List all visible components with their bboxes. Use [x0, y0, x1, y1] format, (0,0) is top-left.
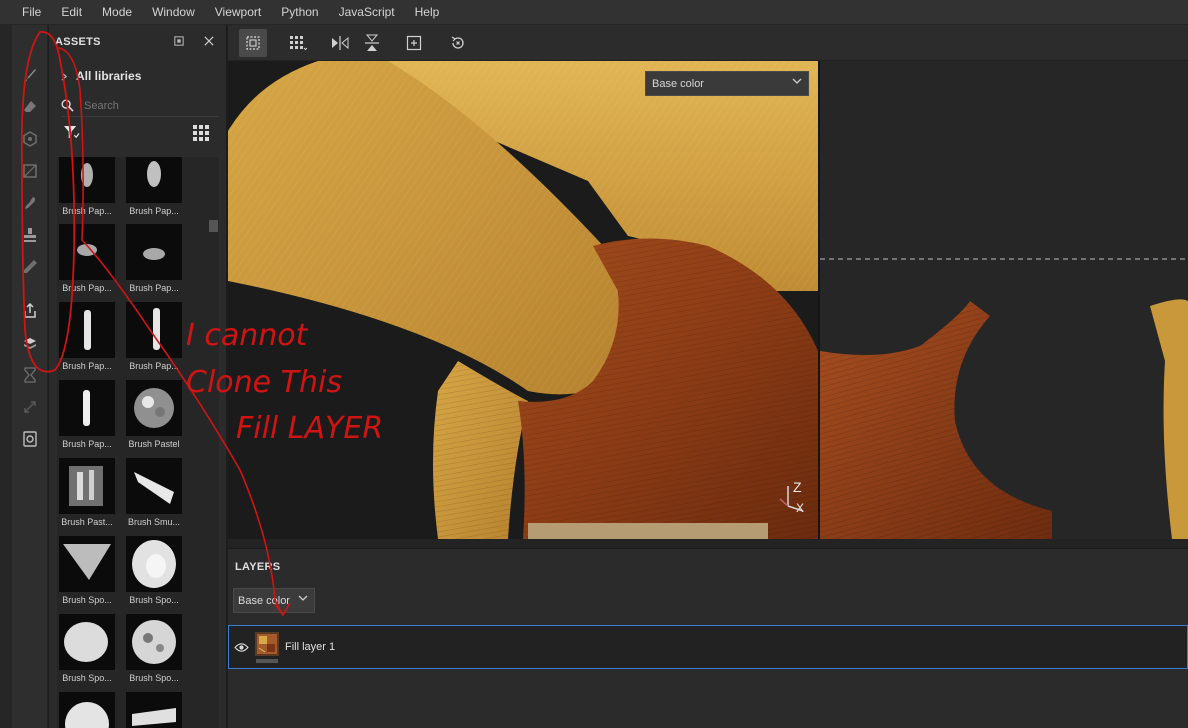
asset-thumb[interactable]: Brush Spo... [57, 614, 117, 683]
asset-label: Brush Spo... [129, 673, 179, 683]
asset-thumb[interactable]: Brush Pap... [57, 157, 117, 216]
all-libraries-label: All libraries [76, 69, 142, 83]
paint-brush-icon[interactable] [20, 65, 40, 85]
viewport-2d[interactable] [820, 61, 1188, 539]
detach-icon[interactable] [171, 33, 187, 49]
viewport-channel-dropdown[interactable]: Base color [645, 71, 809, 96]
asset-label: Brush Spo... [62, 673, 112, 683]
axis-z-label: Z [793, 479, 802, 495]
search-input[interactable] [84, 99, 204, 112]
asset-label: Brush Pap... [62, 206, 112, 216]
asset-label: Brush Pap... [129, 361, 179, 371]
search-field [61, 95, 219, 117]
menu-mode[interactable]: Mode [102, 5, 132, 19]
asset-thumb[interactable] [57, 692, 117, 728]
layers-channel-dropdown[interactable]: Base color [233, 588, 315, 613]
layers-channel-value: Base color [238, 594, 290, 607]
asset-thumb[interactable]: Brush Spo... [124, 614, 184, 683]
asset-thumb[interactable]: Brush Pap... [124, 302, 184, 371]
chevron-down-icon [298, 595, 308, 601]
render-icon[interactable] [20, 429, 40, 449]
chevron-down-icon [792, 78, 802, 84]
filter-icon[interactable] [63, 125, 80, 143]
asset-grid: Brush Pap... Brush Pap... Brush Pap... B… [57, 157, 219, 728]
menu-viewport[interactable]: Viewport [215, 5, 261, 19]
mirror-x-icon[interactable] [326, 29, 354, 57]
hourglass-icon[interactable] [20, 365, 40, 385]
asset-label: Brush Pastel [128, 439, 180, 449]
clone-stamp-icon[interactable] [20, 225, 40, 245]
asset-label: Brush Pap... [62, 439, 112, 449]
axis-x-label: X [796, 501, 805, 515]
menu-bar: File Edit Mode Window Viewport Python Ja… [0, 0, 1188, 25]
select-icon[interactable] [239, 29, 267, 57]
asset-thumb[interactable]: Brush Pastel [124, 380, 184, 449]
panel-splitter[interactable] [228, 539, 1188, 548]
bake-icon[interactable] [20, 333, 40, 353]
viewport-channel-value: Base color [652, 77, 704, 90]
viewport-3d[interactable]: Z X [228, 61, 818, 539]
asset-thumb[interactable] [124, 692, 184, 728]
menu-file[interactable]: File [22, 5, 41, 19]
asset-label: Brush Pap... [62, 361, 112, 371]
layer-name: Fill layer 1 [285, 641, 336, 653]
eye-icon[interactable] [234, 642, 249, 653]
left-gutter [0, 25, 12, 728]
layers-panel: LAYERS Base color Fill layer 1 [228, 548, 1188, 728]
asset-label: Brush Pap... [129, 283, 179, 293]
chevron-right-icon [61, 72, 68, 80]
mirror-y-icon[interactable] [358, 29, 386, 57]
menu-window[interactable]: Window [152, 5, 195, 19]
smudge-icon[interactable] [20, 193, 40, 213]
all-libraries-toggle[interactable]: All libraries [61, 69, 141, 83]
export-icon[interactable] [20, 301, 40, 321]
menu-help[interactable]: Help [415, 5, 440, 19]
grid-view-icon[interactable] [193, 125, 209, 144]
assets-panel: ASSETS All libraries Brush P [49, 25, 227, 728]
eraser-icon[interactable] [20, 97, 40, 117]
asset-thumb[interactable]: Brush Spo... [124, 536, 184, 605]
viewport-toolbar [228, 25, 1188, 61]
filter-row [61, 123, 213, 143]
layer-row[interactable]: Fill layer 1 [228, 625, 1188, 669]
asset-label: Brush Pap... [129, 206, 179, 216]
search-icon [61, 99, 74, 112]
assets-header: ASSETS [49, 25, 226, 58]
tool-strip [12, 25, 48, 728]
menu-edit[interactable]: Edit [61, 5, 82, 19]
color-picker-icon[interactable] [20, 257, 40, 277]
asset-label: Brush Spo... [62, 595, 112, 605]
asset-scrollbar[interactable] [209, 220, 218, 232]
asset-label: Brush Pap... [62, 283, 112, 293]
asset-thumb[interactable]: Brush Past... [57, 458, 117, 527]
asset-thumb[interactable]: Brush Smu... [124, 458, 184, 527]
projection-icon[interactable] [20, 129, 40, 149]
assets-title: ASSETS [55, 35, 101, 48]
asset-label: Brush Smu... [127, 517, 181, 527]
grid-icon[interactable] [284, 29, 312, 57]
close-icon[interactable] [201, 33, 217, 49]
asset-label: Brush Spo... [129, 595, 179, 605]
asset-thumb[interactable]: Brush Pap... [124, 224, 184, 293]
asset-thumb[interactable]: Brush Pap... [57, 224, 117, 293]
layer-thumbnail [255, 631, 279, 663]
resize-icon[interactable] [20, 397, 40, 417]
menu-python[interactable]: Python [281, 5, 318, 19]
asset-thumb[interactable]: Brush Pap... [57, 302, 117, 371]
menu-javascript[interactable]: JavaScript [339, 5, 395, 19]
asset-label: Brush Past... [61, 517, 113, 527]
layers-title: LAYERS [235, 561, 281, 573]
asset-thumb[interactable]: Brush Spo... [57, 536, 117, 605]
asset-thumb[interactable]: Brush Pap... [57, 380, 117, 449]
reset-icon[interactable] [444, 29, 472, 57]
asset-thumb[interactable]: Brush Pap... [124, 157, 184, 216]
polygon-fill-icon[interactable] [20, 161, 40, 181]
frame-icon[interactable] [400, 29, 428, 57]
